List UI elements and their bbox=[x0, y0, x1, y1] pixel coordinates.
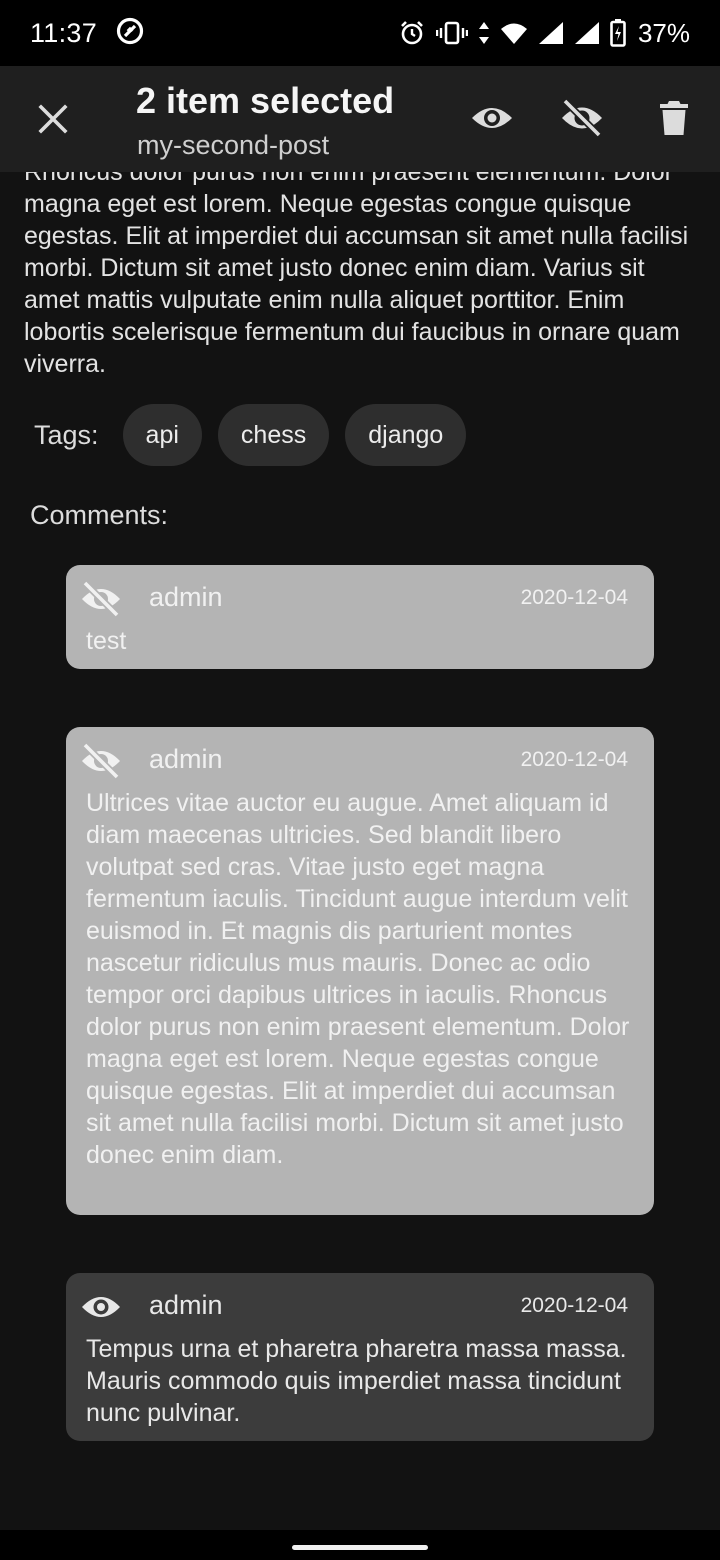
data-arrows-icon bbox=[478, 20, 490, 46]
comment-card[interactable]: admin 2020-12-04 Ultrices vitae auctor e… bbox=[66, 727, 654, 1215]
comments-label: Comments: bbox=[30, 500, 169, 530]
close-selection-button[interactable] bbox=[28, 96, 78, 146]
eye-icon bbox=[78, 1287, 124, 1327]
comment-text: Tempus urna et pharetra pharetra massa m… bbox=[86, 1335, 627, 1427]
comment-header: admin 2020-12-04 bbox=[82, 1273, 634, 1341]
comment-date: 2020-12-04 bbox=[520, 1294, 628, 1317]
close-icon bbox=[38, 103, 68, 139]
delete-comments-button[interactable] bbox=[648, 94, 700, 146]
battery-icon bbox=[610, 19, 626, 47]
gesture-nav-bar bbox=[0, 1530, 720, 1560]
post-body: Rhoncus dolor purus non enim praesent el… bbox=[24, 158, 689, 378]
trash-icon bbox=[659, 100, 689, 141]
tag-chip[interactable]: api bbox=[122, 404, 202, 466]
comment-date: 2020-12-04 bbox=[520, 586, 628, 609]
selection-action-bar: 2 item selected my-second-post bbox=[0, 66, 720, 172]
eye-off-icon bbox=[78, 741, 124, 781]
comment-header: admin 2020-12-04 bbox=[82, 565, 634, 633]
comment-card[interactable]: admin 2020-12-04 test bbox=[66, 565, 654, 669]
signal-icon bbox=[538, 21, 564, 45]
eye-off-icon bbox=[78, 579, 124, 619]
tag-chip[interactable]: chess bbox=[217, 404, 330, 466]
selection-count-title: 2 item selected bbox=[136, 80, 395, 121]
battery-percent: 37% bbox=[637, 17, 690, 48]
hide-comments-button[interactable] bbox=[556, 94, 608, 146]
signal-icon-2 bbox=[574, 21, 600, 45]
tag-chip[interactable]: django bbox=[345, 404, 467, 466]
vibrate-icon bbox=[435, 20, 468, 46]
alarm-icon bbox=[398, 19, 426, 47]
post-detail-content[interactable]: Rhoncus dolor purus non enim praesent el… bbox=[0, 66, 720, 1530]
eye-off-icon bbox=[560, 98, 604, 142]
comment-author: admin bbox=[149, 744, 223, 774]
show-comments-button[interactable] bbox=[466, 94, 518, 146]
status-time: 11:37 bbox=[30, 17, 98, 48]
tags-row: Tags: api chess django bbox=[34, 404, 467, 466]
comment-text: Ultrices vitae auctor eu augue. Amet ali… bbox=[86, 789, 630, 1169]
home-handle[interactable] bbox=[292, 1545, 428, 1550]
wifi-icon bbox=[500, 21, 528, 45]
comment-card[interactable]: admin 2020-12-04 Tempus urna et pharetra… bbox=[66, 1273, 654, 1441]
comment-header: admin 2020-12-04 bbox=[82, 727, 634, 795]
comment-author: admin bbox=[149, 582, 223, 612]
comment-date: 2020-12-04 bbox=[520, 748, 628, 771]
comment-author: admin bbox=[149, 1290, 223, 1320]
data-saver-icon bbox=[115, 16, 145, 51]
post-slug-subtitle: my-second-post bbox=[137, 130, 330, 160]
tags-label: Tags: bbox=[34, 419, 99, 450]
eye-icon bbox=[470, 103, 514, 138]
status-bar: 11:37 37% bbox=[0, 0, 720, 66]
